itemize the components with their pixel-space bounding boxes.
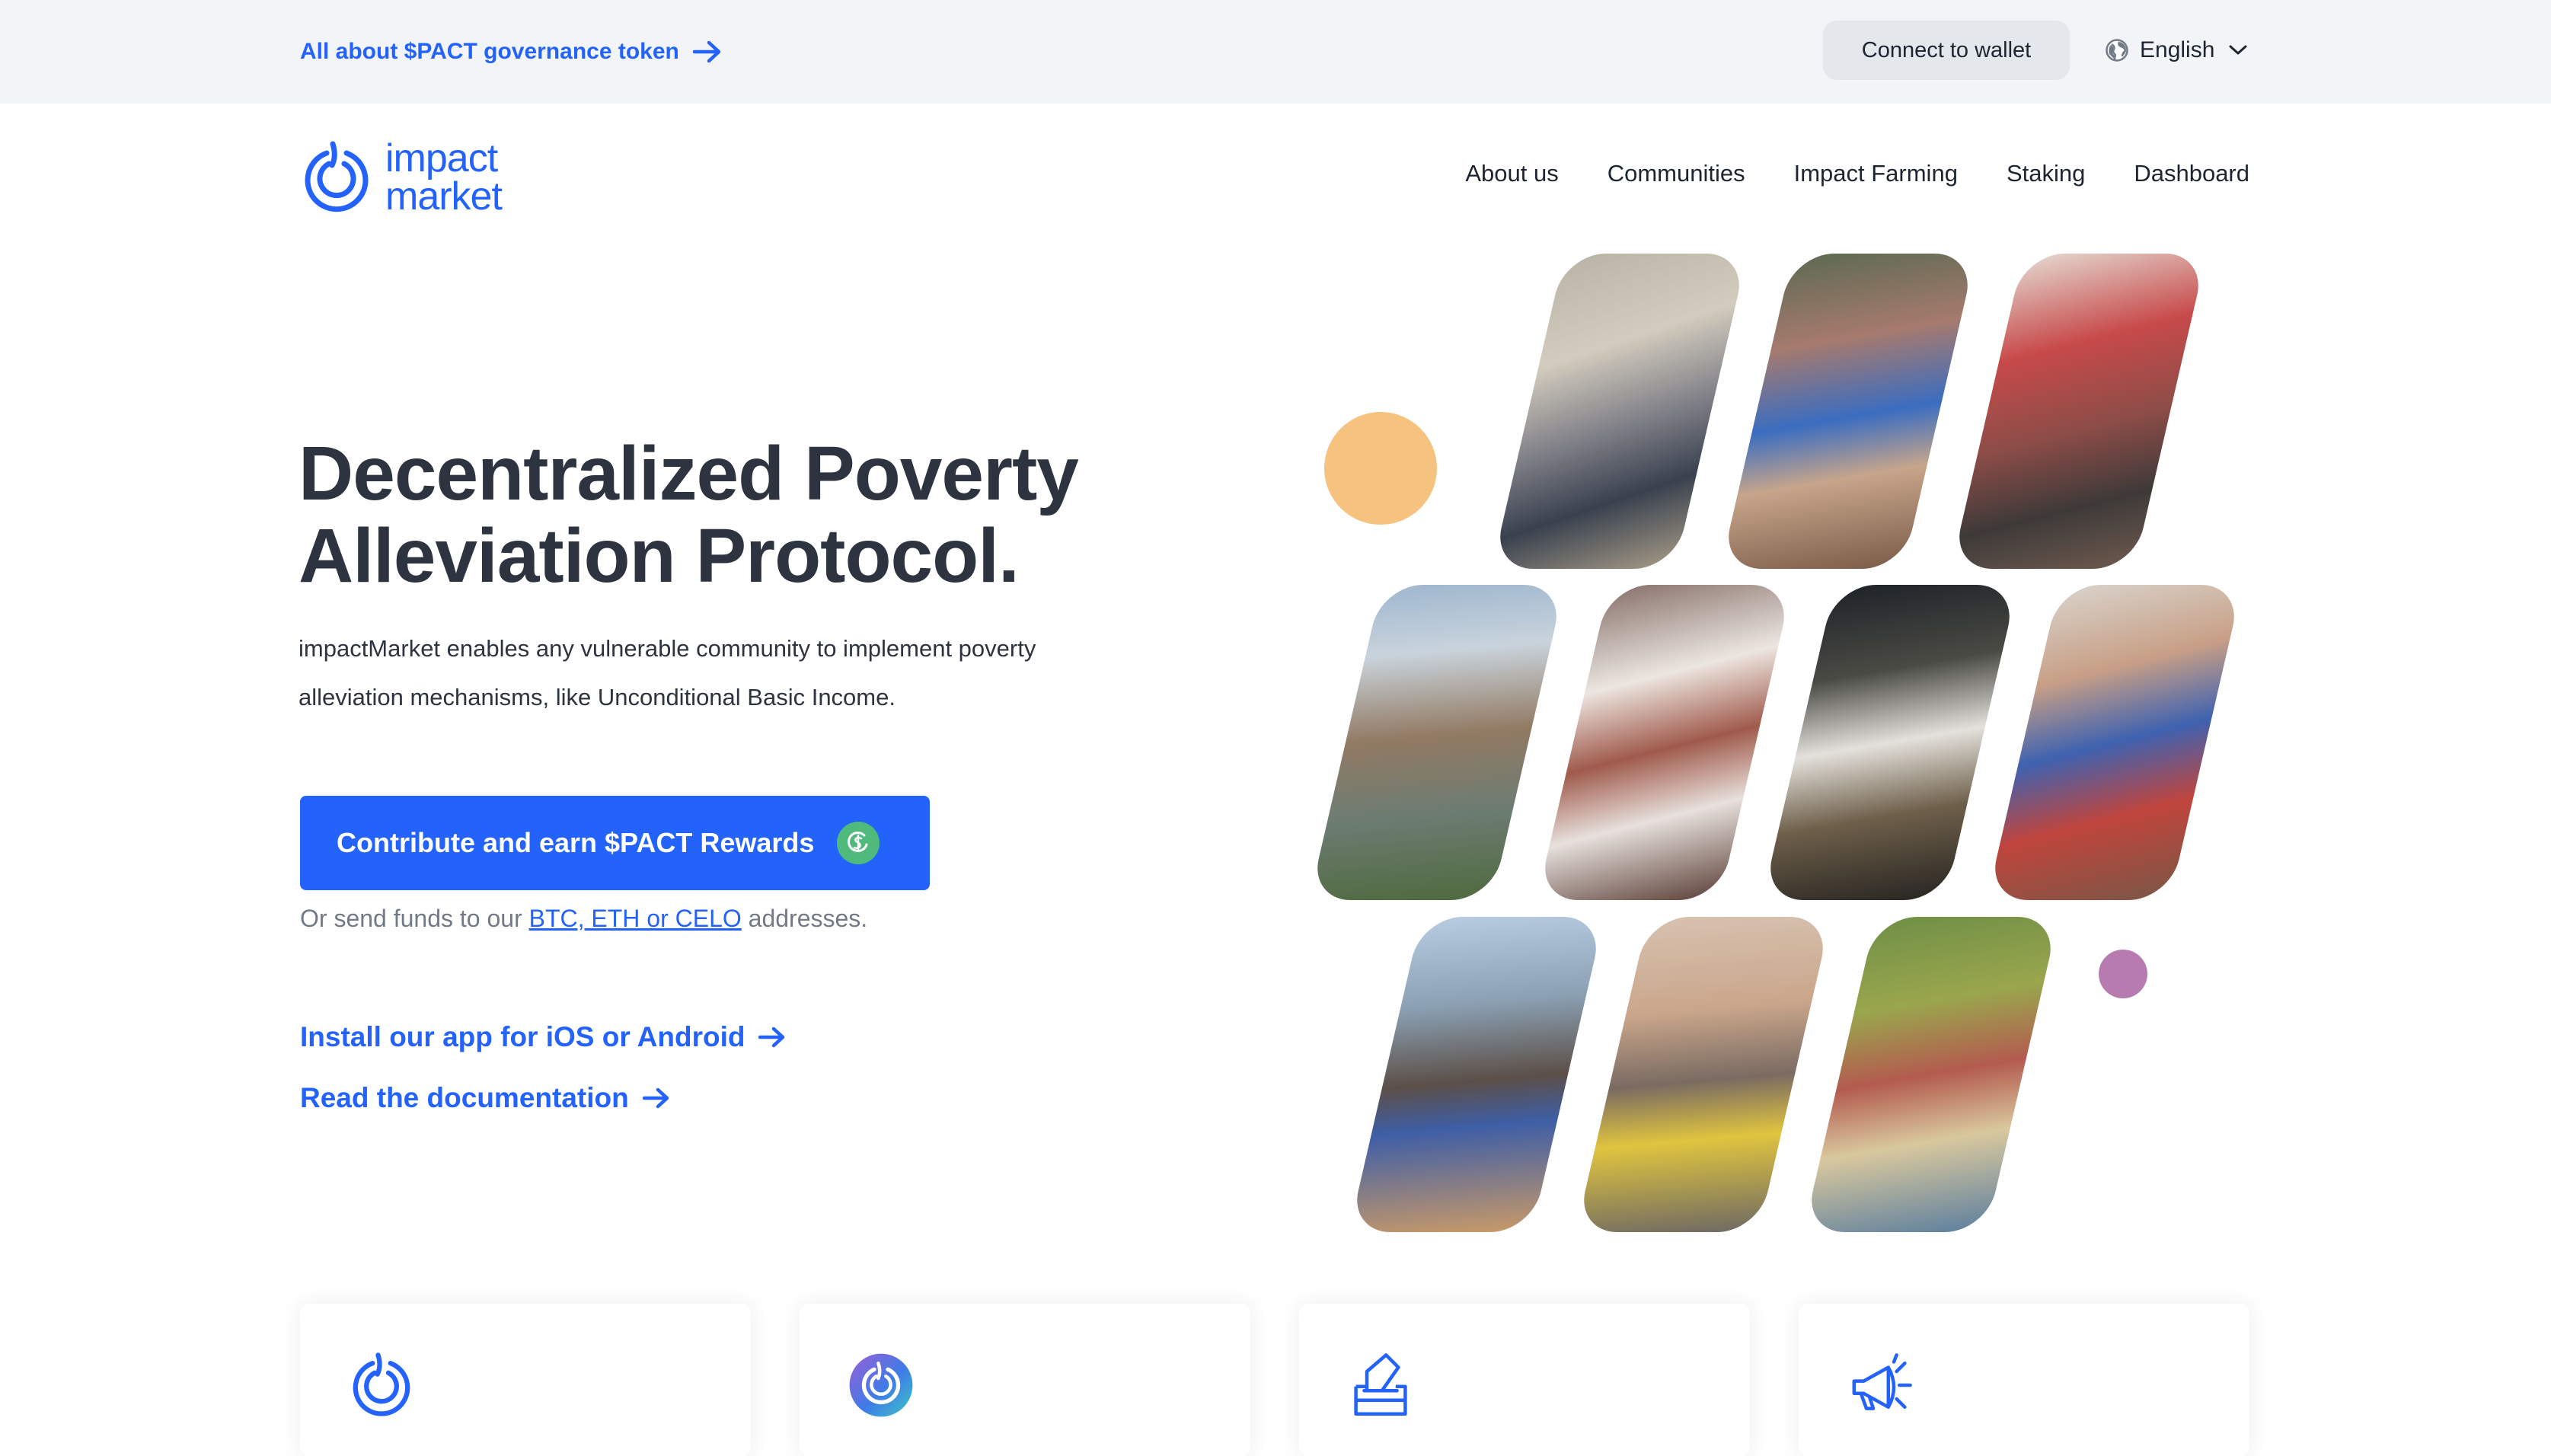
hero-description: impactMarket enables any vulnerable comm…: [299, 624, 1167, 722]
pact-coin-icon: [837, 822, 880, 864]
top-announcement-bar: All about $PACT governance token Connect…: [0, 0, 2551, 104]
language-label: English: [2140, 37, 2215, 62]
language-selector[interactable]: English: [2105, 30, 2248, 70]
nav-staking[interactable]: Staking: [2007, 160, 2085, 187]
community-photo-6: [1762, 585, 2018, 900]
contribute-button-label: Contribute and earn $PACT Rewards: [337, 827, 815, 858]
send-funds-prefix: Or send funds to our: [300, 905, 522, 932]
arrow-right-icon: [642, 1087, 669, 1109]
community-photo-4: [1309, 585, 1565, 900]
crypto-addresses-link[interactable]: BTC, ETH or CELO: [529, 905, 742, 932]
arrow-right-icon: [692, 40, 721, 63]
chevron-down-icon: [2229, 45, 2247, 55]
install-app-link[interactable]: Install our app for iOS or Android: [300, 1017, 786, 1057]
nav-communities[interactable]: Communities: [1608, 160, 1745, 187]
impact-logo-icon: [305, 141, 369, 212]
documentation-label: Read the documentation: [300, 1082, 629, 1113]
send-funds-text: Or send funds to our BTC, ETH or CELO ad…: [300, 905, 867, 933]
hero-description-line2: alleviation mechanisms, like Uncondition…: [299, 684, 896, 710]
hero-title-line2: Alleviation Protocol.: [299, 513, 1020, 599]
community-photo-3: [1951, 254, 2207, 569]
governance-token-link-label: All about $PACT governance token: [300, 39, 679, 64]
impact-logo-icon: [353, 1352, 410, 1416]
ballot-box-icon: [1354, 1353, 1407, 1416]
main-nav: About us Communities Impact Farming Stak…: [1465, 160, 2249, 187]
impact-market-logo[interactable]: impact market: [299, 136, 503, 219]
community-photo-7: [1987, 585, 2243, 900]
hero-title-line1: Decentralized Poverty: [299, 431, 1079, 516]
community-photo-9: [1576, 917, 1831, 1232]
community-photo-5: [1537, 585, 1793, 900]
feature-card-impact: [300, 1304, 751, 1456]
megaphone-icon: [1852, 1353, 1912, 1410]
connect-wallet-button[interactable]: Connect to wallet: [1823, 21, 2070, 80]
feature-card-governance: [1299, 1304, 1750, 1456]
community-photo-10: [1803, 917, 2059, 1232]
contribute-button[interactable]: Contribute and earn $PACT Rewards: [300, 796, 930, 890]
decorative-orange-circle: [1324, 412, 1437, 525]
community-photo-8: [1349, 917, 1604, 1232]
governance-token-link[interactable]: All about $PACT governance token: [300, 32, 722, 72]
nav-about-us[interactable]: About us: [1465, 160, 1558, 187]
send-funds-suffix: addresses.: [748, 905, 868, 932]
logo-wordmark-line1: impact: [385, 136, 498, 180]
nav-dashboard[interactable]: Dashboard: [2134, 160, 2249, 187]
logo-wordmark: impact market: [385, 136, 503, 219]
hero-title: Decentralized Poverty Alleviation Protoc…: [299, 433, 1243, 597]
feature-card-pact: [800, 1304, 1250, 1456]
community-photo-2: [1720, 254, 1976, 569]
nav-impact-farming[interactable]: Impact Farming: [1794, 160, 1958, 187]
documentation-link[interactable]: Read the documentation: [300, 1078, 670, 1118]
arrow-right-icon: [758, 1027, 785, 1048]
logo-wordmark-line2: market: [385, 174, 503, 219]
feature-card-promote: [1799, 1304, 2249, 1456]
globe-icon: [2106, 39, 2128, 62]
hero-description-line1: impactMarket enables any vulnerable comm…: [299, 635, 1036, 662]
install-app-label: Install our app for iOS or Android: [300, 1021, 746, 1052]
decorative-purple-circle: [2099, 950, 2147, 998]
pact-token-icon: [849, 1353, 913, 1417]
community-photo-1: [1492, 254, 1748, 569]
